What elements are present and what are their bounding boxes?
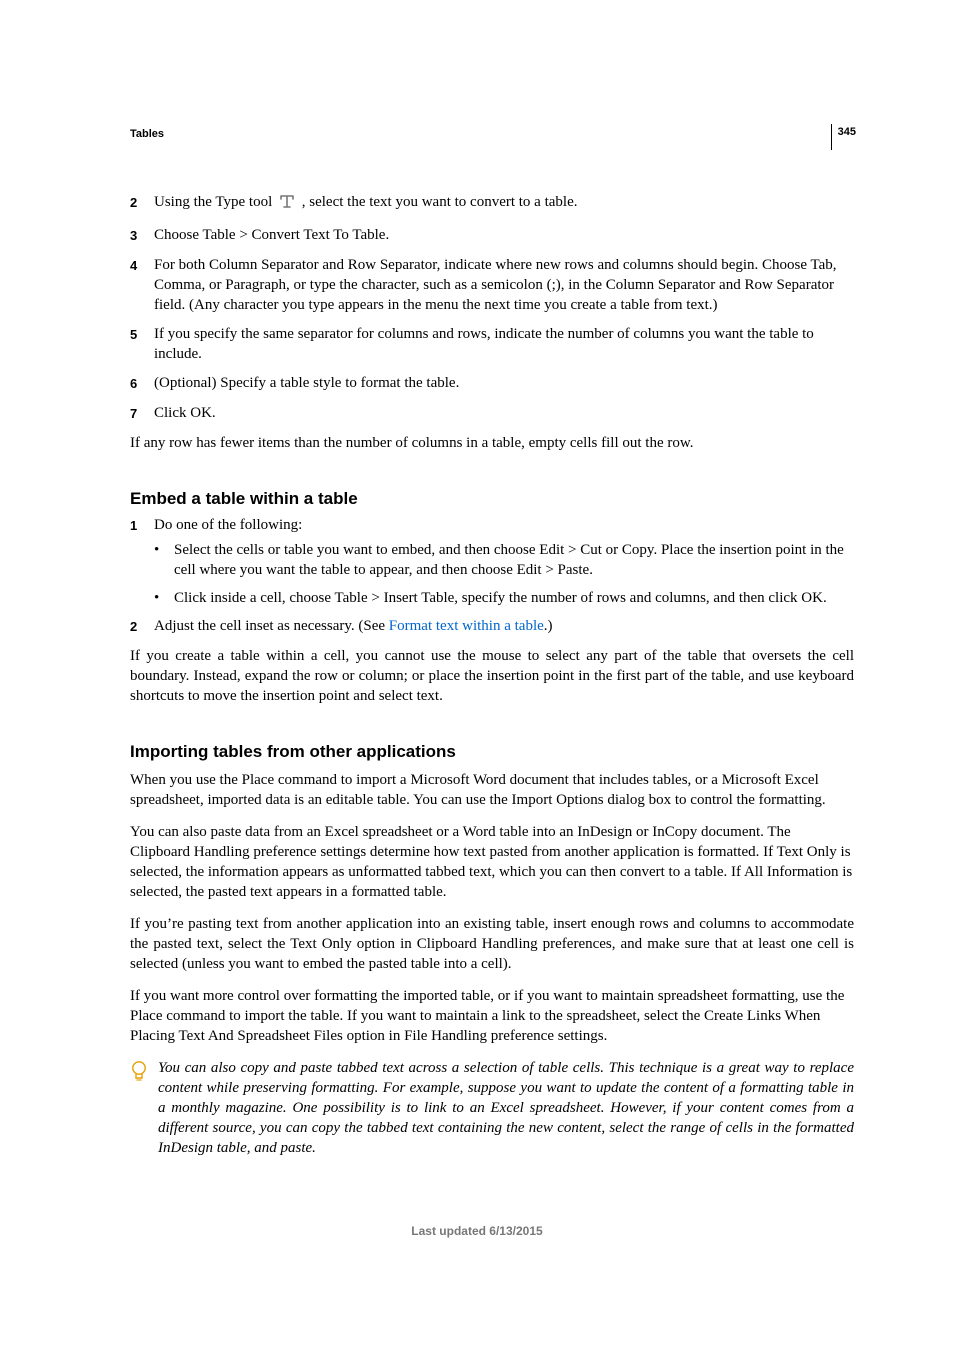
step-3: 3 Choose Table > Convert Text To Table. xyxy=(130,225,854,246)
step-body: Using the Type tool , select the text yo… xyxy=(154,192,854,216)
step-number: 6 xyxy=(130,373,154,394)
step-body: Do one of the following: xyxy=(154,515,854,536)
type-tool-icon xyxy=(278,192,296,216)
bullet-dot-icon: • xyxy=(154,540,174,580)
heading-import: Importing tables from other applications xyxy=(130,742,854,762)
bullet-item: • Select the cells or table you want to … xyxy=(130,540,854,580)
page-number-container: 345 xyxy=(831,124,856,150)
step-number: 1 xyxy=(130,515,154,536)
step-text-before: Adjust the cell inset as necessary. (See xyxy=(154,618,389,634)
embed-step-1: 1 Do one of the following: xyxy=(130,515,854,536)
step-4: 4 For both Column Separator and Row Sepa… xyxy=(130,255,854,315)
step-5: 5 If you specify the same separator for … xyxy=(130,324,854,364)
step-number: 5 xyxy=(130,324,154,364)
bullet-body: Click inside a cell, choose Table > Inse… xyxy=(174,588,854,608)
paragraph: When you use the Place command to import… xyxy=(130,770,854,810)
step-text-after: .) xyxy=(544,618,553,634)
step-body: For both Column Separator and Row Separa… xyxy=(154,255,854,315)
step-2: 2 Using the Type tool , select the text … xyxy=(130,192,854,216)
tip-text: You can also copy and paste tabbed text … xyxy=(158,1058,854,1158)
bullet-dot-icon: • xyxy=(154,588,174,608)
step-body: Adjust the cell inset as necessary. (See… xyxy=(154,616,854,637)
step-number: 2 xyxy=(130,616,154,637)
steps-list-a: 2 Using the Type tool , select the text … xyxy=(130,192,854,424)
paragraph: If any row has fewer items than the numb… xyxy=(130,433,854,453)
footer-last-updated: Last updated 6/13/2015 xyxy=(0,1224,954,1238)
step-text-after: , select the text you want to convert to… xyxy=(302,194,578,210)
step-body: Choose Table > Convert Text To Table. xyxy=(154,225,854,246)
page-number: 345 xyxy=(838,126,856,138)
paragraph: If you’re pasting text from another appl… xyxy=(130,914,854,974)
step-body: Click OK. xyxy=(154,403,854,424)
step-body: (Optional) Specify a table style to form… xyxy=(154,373,854,394)
step-number: 2 xyxy=(130,192,154,216)
tip-block: You can also copy and paste tabbed text … xyxy=(130,1058,854,1158)
step-number: 4 xyxy=(130,255,154,315)
paragraph: If you want more control over formatting… xyxy=(130,986,854,1046)
bullet-item: • Click inside a cell, choose Table > In… xyxy=(130,588,854,608)
embed-step-2: 2 Adjust the cell inset as necessary. (S… xyxy=(130,616,854,637)
embed-bullets: • Select the cells or table you want to … xyxy=(130,540,854,608)
link-format-text[interactable]: Format text within a table xyxy=(389,618,544,634)
step-text-before: Using the Type tool xyxy=(154,194,276,210)
embed-steps: 1 Do one of the following: • Select the … xyxy=(130,515,854,637)
page: 345 Tables 2 Using the Type tool , selec… xyxy=(0,0,954,1350)
step-body: If you specify the same separator for co… xyxy=(154,324,854,364)
paragraph: You can also paste data from an Excel sp… xyxy=(130,822,854,902)
section-heading: Tables xyxy=(130,128,854,140)
step-number: 3 xyxy=(130,225,154,246)
step-7: 7 Click OK. xyxy=(130,403,854,424)
bullet-body: Select the cells or table you want to em… xyxy=(174,540,854,580)
step-number: 7 xyxy=(130,403,154,424)
step-6: 6 (Optional) Specify a table style to fo… xyxy=(130,373,854,394)
lightbulb-icon xyxy=(130,1058,158,1158)
paragraph: If you create a table within a cell, you… xyxy=(130,646,854,706)
heading-embed: Embed a table within a table xyxy=(130,489,854,509)
